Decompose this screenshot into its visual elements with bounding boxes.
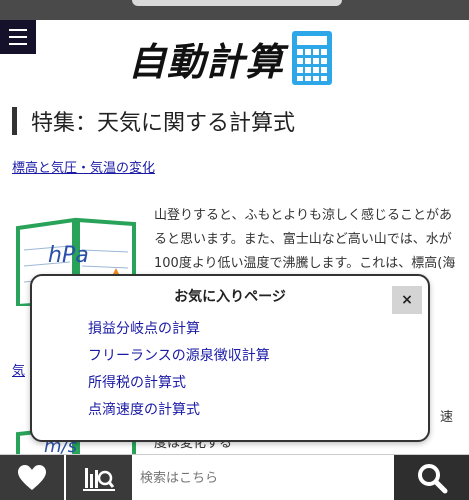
logo-text: 自動計算 [128, 38, 285, 84]
article-link-altitude[interactable]: 標高と気圧・気温の変化 [12, 157, 155, 176]
article-excerpt-2-side: 速 [440, 410, 454, 425]
history-button[interactable] [66, 455, 132, 500]
calculator-icon [292, 31, 333, 85]
favorites-list: 損益分岐点の計算 フリーランスの源泉徴収計算 所得税の計算式 点滴速度の計算式 [88, 316, 270, 424]
article-link-wind[interactable]: 気 [12, 360, 25, 379]
favorite-item[interactable]: 点滴速度の計算式 [88, 397, 270, 424]
favorite-item[interactable]: 損益分岐点の計算 [88, 316, 270, 343]
heart-icon [18, 465, 46, 490]
favorites-popup: お気に入りページ × 損益分岐点の計算 フリーランスの源泉徴収計算 所得税の計算… [30, 274, 430, 442]
favorites-title: お気に入りページ [174, 289, 286, 305]
history-icon [83, 468, 115, 491]
bottom-toolbar [0, 454, 469, 500]
browser-top-bar [0, 0, 469, 20]
search-icon [417, 464, 447, 494]
heading-accent-bar [12, 107, 17, 135]
search-button[interactable] [394, 455, 469, 500]
hamburger-menu-icon[interactable] [0, 20, 36, 54]
feature-heading: 特集：天気に関する計算式 [12, 104, 295, 138]
close-icon[interactable]: × [392, 286, 422, 314]
feature-title: 特集：天気に関する計算式 [31, 111, 296, 136]
favorites-button[interactable] [0, 455, 64, 500]
site-logo[interactable]: 自動計算 [128, 30, 333, 86]
browser-address-pill [132, 0, 342, 6]
favorite-item[interactable]: フリーランスの源泉徴収計算 [88, 343, 270, 370]
favorite-item[interactable]: 所得税の計算式 [88, 370, 270, 397]
search-input[interactable] [132, 455, 394, 500]
hpa-label: hPa [48, 243, 89, 268]
